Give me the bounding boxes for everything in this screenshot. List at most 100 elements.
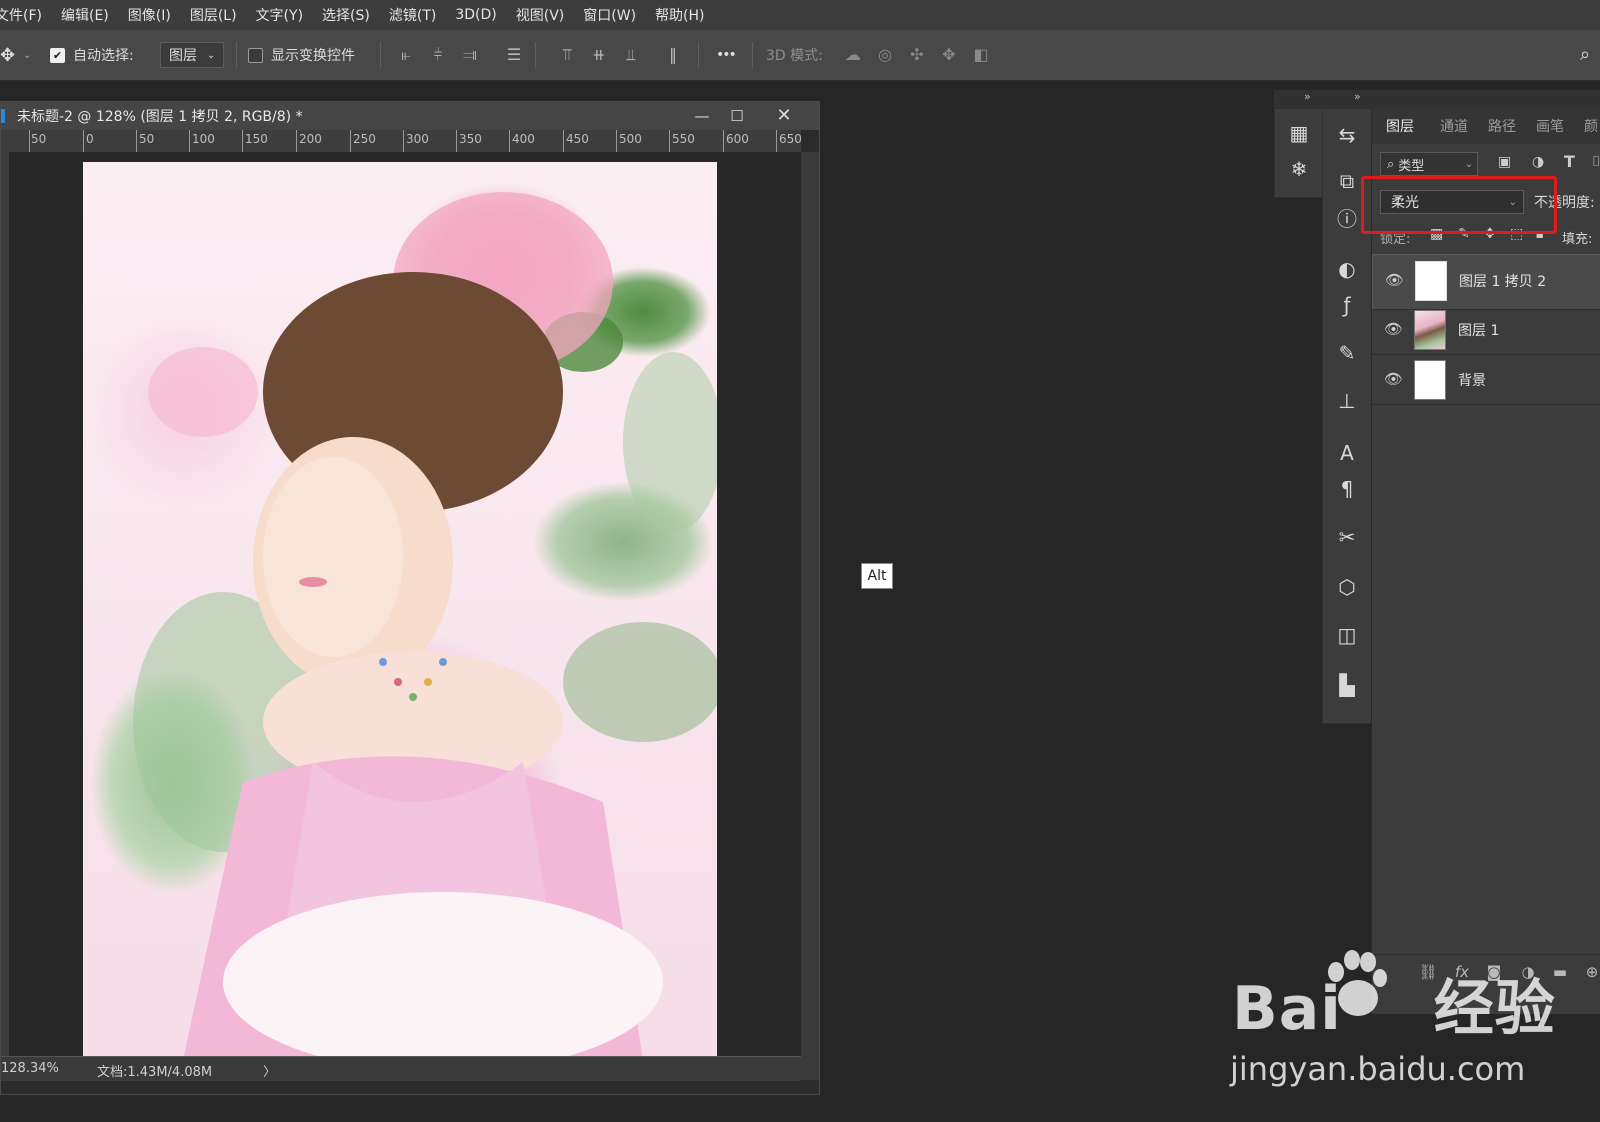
layer-row-copy2[interactable]: 👁︎ 图层 1 拷贝 2 xyxy=(1372,254,1600,310)
eye-icon[interactable]: 👁︎ xyxy=(1385,271,1404,289)
close-icon[interactable]: ✕ xyxy=(773,106,795,126)
3d-camera-icon[interactable]: ◧ xyxy=(972,46,990,64)
eye-icon[interactable]: 👁︎ xyxy=(1384,320,1403,338)
ruler-tick xyxy=(136,130,137,152)
filter-adjustment-icon[interactable]: ◑ xyxy=(1532,154,1544,170)
document-size[interactable]: 文档:1.43M/4.08M xyxy=(97,1061,212,1080)
menu-window[interactable]: 窗口(W) xyxy=(574,5,646,25)
filter-pixel-icon[interactable]: ▣ xyxy=(1498,154,1511,170)
3d-orbit-icon[interactable]: ☁ xyxy=(844,46,862,64)
auto-select-value: 图层 xyxy=(169,48,197,64)
panel-dock-header: » » xyxy=(1274,90,1600,108)
auto-select-checkbox[interactable]: ✔ 自动选择: xyxy=(50,30,134,80)
filter-type-dropdown[interactable]: ⌕ 类型 ⌄ xyxy=(1380,152,1478,176)
status-bar: 128.34% 文档:1.43M/4.08M 〉 xyxy=(1,1056,801,1081)
fill-label: 填充: xyxy=(1562,232,1593,247)
brush-settings-icon[interactable]: ✎ xyxy=(1333,339,1361,367)
ruler-label: 550 xyxy=(672,132,695,146)
align-right-icon[interactable]: ⫥ xyxy=(461,46,479,64)
zoom-level[interactable]: 128.34% xyxy=(1,1061,59,1076)
menu-edit[interactable]: 编辑(E) xyxy=(52,5,119,25)
panel-icon-strip-left: ▦ ❄ xyxy=(1274,108,1324,198)
menu-view[interactable]: 视图(V) xyxy=(507,5,575,25)
align-bottom-icon[interactable]: ⫫ xyxy=(622,46,640,64)
timeline-icon[interactable]: ◫ xyxy=(1333,621,1361,649)
ruler-tick xyxy=(403,130,404,152)
menu-layer[interactable]: 图层(L) xyxy=(181,5,247,25)
menu-file[interactable]: 文件(F) xyxy=(0,5,52,25)
minimize-icon[interactable]: — xyxy=(691,106,713,126)
styles-icon[interactable]: ƒ xyxy=(1333,291,1361,319)
options-bar: ✥ ⌄ ✔ 自动选择: 图层 ⌄ 显示变换控件 ⫦ ⫩ ⫥ ☰ ⫪ ⧺ ⫫ ‖ ••… xyxy=(0,30,1600,81)
menu-filter[interactable]: 滤镜(T) xyxy=(380,5,446,25)
checkbox-unchecked-icon xyxy=(248,47,263,63)
history-icon[interactable]: ⇆ xyxy=(1333,121,1361,149)
filter-type-label: 类型 xyxy=(1398,158,1425,174)
vertical-scrollbar[interactable] xyxy=(801,152,819,1080)
alt-key-tooltip: Alt xyxy=(861,563,893,589)
3d-pan-icon[interactable]: ✣ xyxy=(908,46,926,64)
collapse-panels-icon[interactable]: » xyxy=(1304,90,1311,103)
divider xyxy=(535,42,536,68)
eye-icon[interactable]: 👁︎ xyxy=(1384,370,1403,388)
divider xyxy=(236,42,237,68)
collapse-panels-icon[interactable]: » xyxy=(1354,90,1361,103)
chevron-down-icon: ⌄ xyxy=(1464,158,1473,170)
vertical-ruler xyxy=(1,152,9,1056)
more-options-button[interactable]: ••• xyxy=(716,30,737,80)
ruler-tick xyxy=(563,130,564,152)
document-title-bar: 未标题-2 @ 128% (图层 1 拷贝 2, RGB/8) * — ☐ ✕ xyxy=(1,102,819,130)
maximize-icon[interactable]: ☐ xyxy=(726,106,748,126)
grid-table-icon[interactable]: ▦ xyxy=(1285,119,1313,147)
filter-shape-icon[interactable]: ⌷ xyxy=(1592,154,1600,170)
layer-row-background[interactable]: 👁︎ 背景 xyxy=(1372,354,1600,405)
panel-tabs: 图层 通道 路径 画笔 颜 xyxy=(1372,108,1600,144)
menu-help[interactable]: 帮助(H) xyxy=(646,5,714,25)
align-left-icon[interactable]: ⫦ xyxy=(397,46,415,64)
menu-3d[interactable]: 3D(D) xyxy=(446,7,506,23)
ruler-label: 400 xyxy=(512,132,535,146)
ruler-tick xyxy=(242,130,243,152)
tool-presets-icon[interactable]: ✂ xyxy=(1333,523,1361,551)
ruler-label: 250 xyxy=(353,132,376,146)
layer-row-layer1[interactable]: 👁︎ 图层 1 xyxy=(1372,304,1600,355)
tab-color[interactable]: 颜 xyxy=(1584,116,1598,136)
new-layer-icon[interactable]: ⊕ xyxy=(1582,963,1600,981)
info-icon[interactable]: ⓘ xyxy=(1333,205,1361,233)
move-tool-icon[interactable]: ✥ ⌄ xyxy=(0,30,31,80)
3d-roll-icon[interactable]: ◎ xyxy=(876,46,894,64)
menu-bar: 文件(F) 编辑(E) 图像(I) 图层(L) 文字(Y) 选择(S) 滤镜(T… xyxy=(0,0,1600,30)
ruler-label: 100 xyxy=(192,132,215,146)
clone-source-icon[interactable]: ⊥ xyxy=(1333,387,1361,415)
3d-object-icon[interactable]: ⬡ xyxy=(1333,573,1361,601)
align-middle-v-icon[interactable]: ⧺ xyxy=(590,46,608,64)
character-icon[interactable]: A xyxy=(1333,439,1361,467)
menu-image[interactable]: 图像(I) xyxy=(119,5,181,25)
paragraph-icon[interactable]: ¶ xyxy=(1333,475,1361,503)
watermark-brand2-text: 经验 xyxy=(1433,974,1556,1044)
show-transform-checkbox[interactable]: 显示变换控件 xyxy=(248,30,355,80)
libraries-icon[interactable]: ▙ xyxy=(1333,671,1361,699)
filter-type-icon[interactable]: T xyxy=(1564,152,1575,171)
menu-select[interactable]: 选择(S) xyxy=(313,5,380,25)
status-menu-arrow-icon[interactable]: 〉 xyxy=(263,1061,276,1080)
ruler-label: 650 xyxy=(779,132,801,146)
search-icon[interactable]: ⌕ xyxy=(1576,46,1594,64)
tab-layers[interactable]: 图层 xyxy=(1386,116,1414,136)
3d-slide-icon[interactable]: ✥ xyxy=(940,46,958,64)
3d-cube-icon[interactable]: ⧉ xyxy=(1333,167,1361,195)
tab-paths[interactable]: 路径 xyxy=(1488,116,1516,136)
divider xyxy=(752,42,753,68)
canvas-photo[interactable] xyxy=(83,162,717,1060)
tab-brushes[interactable]: 画笔 xyxy=(1536,116,1564,136)
align-top-icon[interactable]: ⫪ xyxy=(558,46,576,64)
tab-channels[interactable]: 通道 xyxy=(1440,116,1468,136)
canvas-area[interactable] xyxy=(9,152,801,1060)
auto-select-dropdown[interactable]: 图层 ⌄ xyxy=(160,30,225,80)
snowflake-icon[interactable]: ❄ xyxy=(1285,155,1313,183)
distribute-v-icon[interactable]: ‖ xyxy=(664,46,682,64)
distribute-h-icon[interactable]: ☰ xyxy=(505,46,523,64)
menu-type[interactable]: 文字(Y) xyxy=(247,5,313,25)
align-center-h-icon[interactable]: ⫩ xyxy=(429,46,447,64)
adjustments-icon[interactable]: ◐ xyxy=(1333,255,1361,283)
